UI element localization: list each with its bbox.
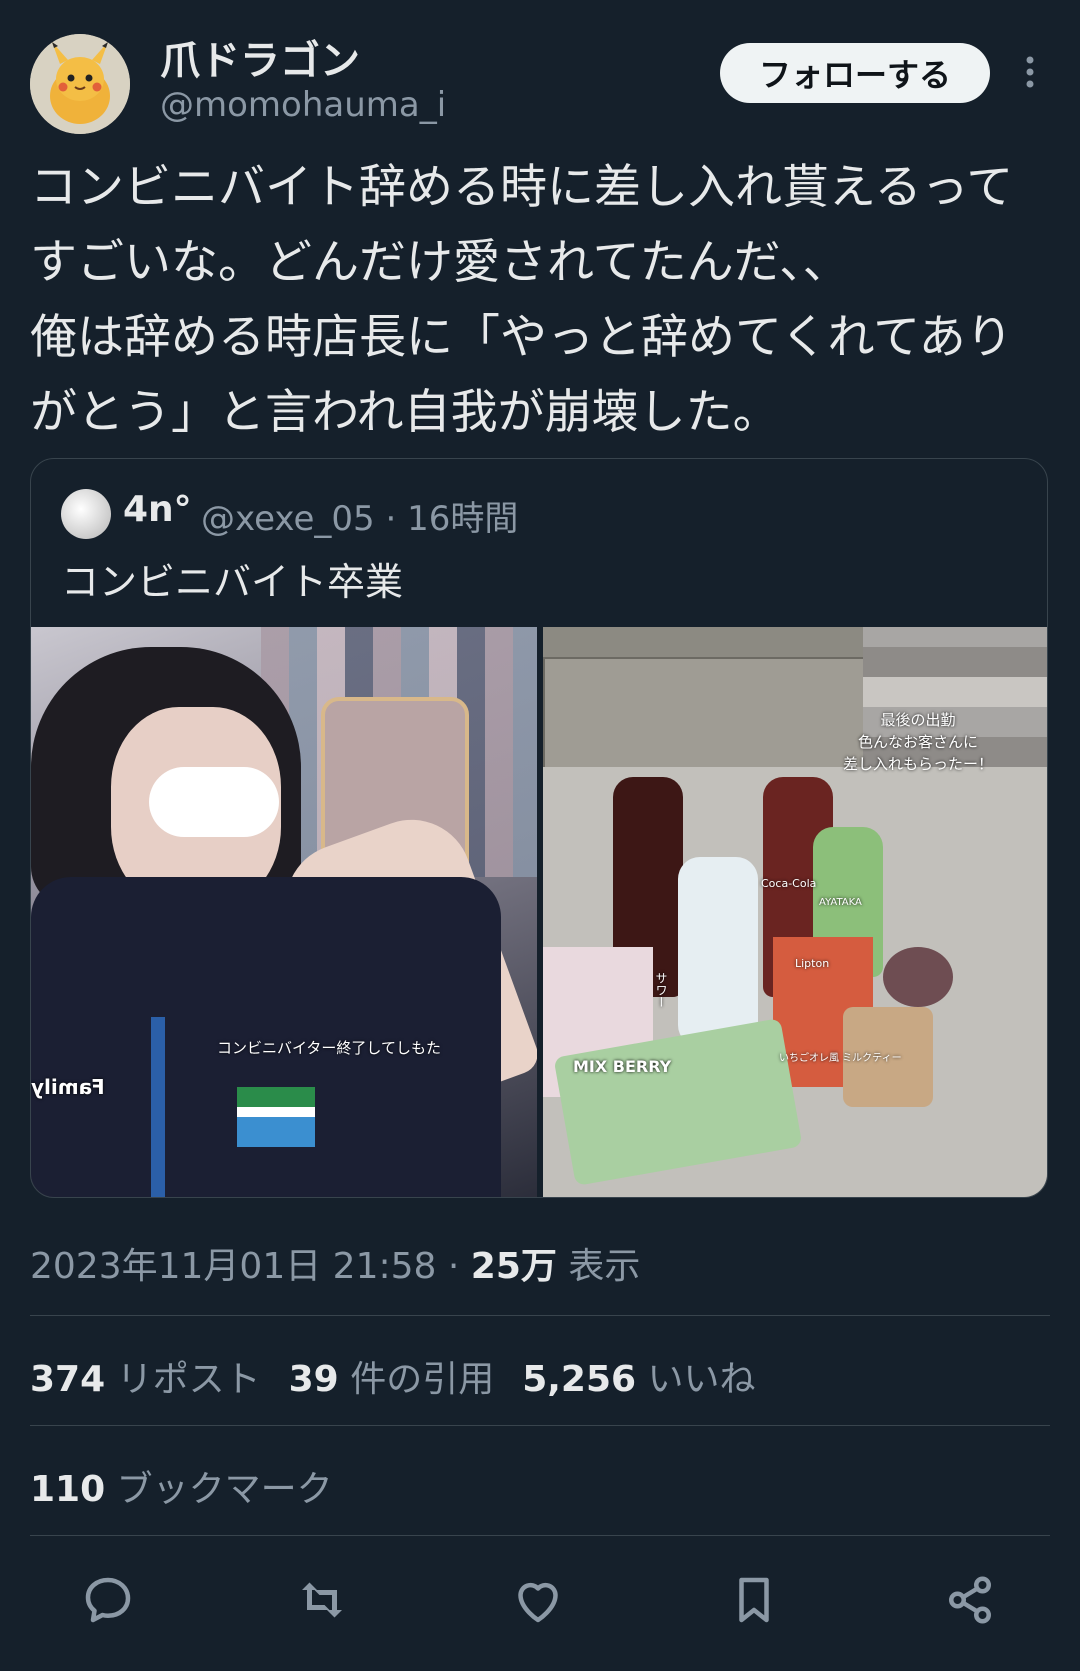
- author-name[interactable]: 爪ドラゴン: [160, 28, 360, 86]
- lipton-label: Lipton: [795, 957, 830, 970]
- likes-stat[interactable]: 5,256 いいね: [522, 1359, 755, 1400]
- ichigo-label: いちごオレ風 ミルクティー: [779, 1053, 902, 1064]
- like-icon[interactable]: [508, 1570, 568, 1630]
- photo1-caption: コンビニバイター終了してしもた: [217, 1039, 441, 1057]
- reposts-label: リポスト: [116, 1359, 261, 1400]
- cola-label: Coca-Cola: [761, 877, 817, 890]
- views-label: 表示: [568, 1246, 641, 1287]
- author-avatar[interactable]: [30, 34, 130, 134]
- tweet-text: コンビニバイト辞める時に差し入れ貰えるって すごいな。どんだけ愛されてたんだ、、…: [30, 150, 1050, 450]
- quoted-tweet[interactable]: 4n° @xexe_05 · 16時間 コンビニバイト卒業 コンビニバイター終了…: [30, 458, 1048, 1198]
- face-blur-cloud: [149, 767, 279, 837]
- quote-author-name: 4n°: [123, 489, 192, 530]
- mixberry-label: MIX BERRY: [573, 1057, 672, 1076]
- reposts-count: 374: [30, 1359, 106, 1400]
- quote-text: コンビニバイト卒業: [61, 560, 404, 604]
- ayataka-label: AYATAKA: [819, 897, 862, 908]
- bookmarks-stat[interactable]: 110 ブックマーク: [30, 1460, 333, 1512]
- meta-separator: ·: [447, 1246, 460, 1287]
- engagement-stats: 374 リポスト 39 件の引用 5,256 いいね: [30, 1350, 756, 1402]
- quote-photo-gifts[interactable]: 最後の出勤 色んなお客さんに 差し入れもらったー！ MIX BERRY Lipt…: [543, 627, 1047, 1197]
- reply-icon[interactable]: [78, 1570, 138, 1630]
- quotes-stat[interactable]: 39 件の引用: [289, 1359, 495, 1400]
- reposts-stat[interactable]: 374 リポスト: [30, 1359, 261, 1400]
- quote-separator: ·: [385, 499, 397, 539]
- tweet-line: 俺は辞める時店長に「やっと辞めてくれてあり: [30, 310, 1013, 365]
- author-handle[interactable]: @momohauma_i: [160, 85, 446, 125]
- tweet-line: コンビニバイト辞める時に差し入れ貰えるって: [30, 160, 1014, 215]
- photo1-logo-text: Family: [31, 1075, 105, 1099]
- divider: [30, 1535, 1050, 1536]
- pikachu-plush-avatar-icon: [30, 34, 130, 134]
- bookmarks-count: 110: [30, 1469, 106, 1510]
- quotes-count: 39: [288, 1359, 339, 1400]
- divider: [30, 1315, 1050, 1316]
- quote-avatar[interactable]: [61, 489, 111, 539]
- follow-button[interactable]: フォローする: [720, 43, 990, 103]
- quote-time: 16時間: [407, 499, 519, 539]
- tweet-line: すごいな。どんだけ愛されてたんだ、、: [30, 235, 850, 290]
- quote-photo-selfie[interactable]: コンビニバイター終了してしもた Family: [31, 627, 537, 1197]
- likes-label: いいね: [647, 1359, 756, 1400]
- more-options-icon[interactable]: [1010, 52, 1050, 92]
- bookmark-icon[interactable]: [724, 1570, 784, 1630]
- quote-meta: @xexe_05 · 16時間: [201, 491, 518, 540]
- views-count: 25万: [470, 1246, 557, 1287]
- sour-label: サワー: [654, 972, 668, 1008]
- quotes-label: 件の引用: [350, 1359, 495, 1400]
- tweet-datetime[interactable]: 2023年11月01日 21:58: [30, 1246, 436, 1287]
- repost-icon[interactable]: [292, 1570, 352, 1630]
- bookmarks-label: ブックマーク: [116, 1469, 333, 1510]
- share-icon[interactable]: [940, 1570, 1000, 1630]
- quote-handle: @xexe_05: [201, 499, 375, 539]
- divider: [30, 1425, 1050, 1426]
- tweet-line: がとう」と言われ自我が崩壊した。: [30, 385, 780, 440]
- likes-count: 5,256: [522, 1359, 637, 1400]
- familymart-stripe-logo: [237, 1087, 315, 1147]
- photo2-caption: 最後の出勤 色んなお客さんに 差し入れもらったー！: [843, 711, 994, 773]
- tweet-meta: 2023年11月01日 21:58 · 25万 表示: [30, 1237, 640, 1289]
